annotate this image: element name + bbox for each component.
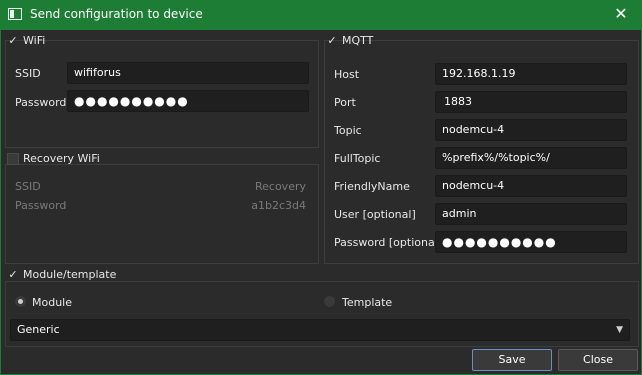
template-radio[interactable] xyxy=(323,295,336,308)
mqtt-checkbox[interactable]: ✓ xyxy=(326,34,338,47)
wifi-checkbox[interactable]: ✓ xyxy=(7,34,19,47)
recovery-ssid-value: Recovery xyxy=(254,180,306,193)
mqtt-topic-label: Topic xyxy=(334,124,362,137)
module-checkbox[interactable]: ✓ xyxy=(7,268,19,281)
module-header[interactable]: ✓ Module/template xyxy=(7,268,116,281)
mqtt-header-label: MQTT xyxy=(342,34,374,47)
recovery-wifi-group xyxy=(5,164,319,264)
wifi-header-label: WiFi xyxy=(23,34,46,47)
save-button[interactable]: Save xyxy=(472,349,552,371)
mqtt-password-label: Password [optional] xyxy=(334,236,443,249)
module-radio[interactable] xyxy=(14,295,27,308)
module-header-label: Module/template xyxy=(23,268,117,281)
wifi-ssid-input[interactable]: wififorus xyxy=(67,62,309,84)
mqtt-header[interactable]: ✓ MQTT xyxy=(326,34,373,47)
mqtt-host-label: Host xyxy=(334,68,360,81)
chevron-down-icon: ▼ xyxy=(616,325,623,335)
mqtt-friendlyname-input[interactable]: nodemcu-4 xyxy=(435,175,627,197)
mqtt-password-input[interactable]: ●●●●●●●●●● xyxy=(435,231,627,253)
mqtt-topic-input[interactable]: nodemcu-4 xyxy=(435,119,627,141)
recovery-wifi-checkbox[interactable] xyxy=(7,152,19,165)
mqtt-user-label: User [optional] xyxy=(334,208,416,221)
dialog-body: ✓ WiFi SSID wififorus Password ●●●●●●●●●… xyxy=(0,30,642,375)
recovery-wifi-header-label: Recovery WiFi xyxy=(23,152,100,165)
titlebar: Send configuration to device ✕ xyxy=(0,0,642,30)
wifi-password-input[interactable]: ●●●●●●●●●● xyxy=(67,90,309,112)
recovery-ssid-label: SSID xyxy=(15,180,41,193)
wifi-ssid-label: SSID xyxy=(15,67,41,80)
app-icon xyxy=(8,8,22,20)
window-title: Send configuration to device xyxy=(30,7,203,21)
close-window-icon[interactable]: ✕ xyxy=(610,3,632,25)
wifi-password-label: Password xyxy=(15,96,67,109)
mqtt-host-input[interactable]: 192.168.1.19 xyxy=(435,63,627,85)
recovery-password-label: Password xyxy=(15,199,67,212)
close-button[interactable]: Close xyxy=(558,349,638,371)
recovery-password-value: a1b2c3d4 xyxy=(251,199,306,212)
module-select[interactable]: Generic ▼ xyxy=(10,319,630,341)
mqtt-friendlyname-label: FriendlyName xyxy=(334,180,410,193)
recovery-wifi-header[interactable]: Recovery WiFi xyxy=(7,152,100,165)
wifi-header[interactable]: ✓ WiFi xyxy=(7,34,45,47)
module-radio-label[interactable]: Module xyxy=(32,296,72,309)
template-radio-label[interactable]: Template xyxy=(342,296,392,309)
module-select-value: Generic xyxy=(17,323,60,336)
mqtt-fulltopic-input[interactable]: %prefix%/%topic%/ xyxy=(435,147,627,169)
mqtt-port-input[interactable]: 1883 xyxy=(435,91,627,113)
mqtt-fulltopic-label: FullTopic xyxy=(334,152,381,165)
mqtt-user-input[interactable]: admin xyxy=(435,203,627,225)
mqtt-port-label: Port xyxy=(334,96,356,109)
